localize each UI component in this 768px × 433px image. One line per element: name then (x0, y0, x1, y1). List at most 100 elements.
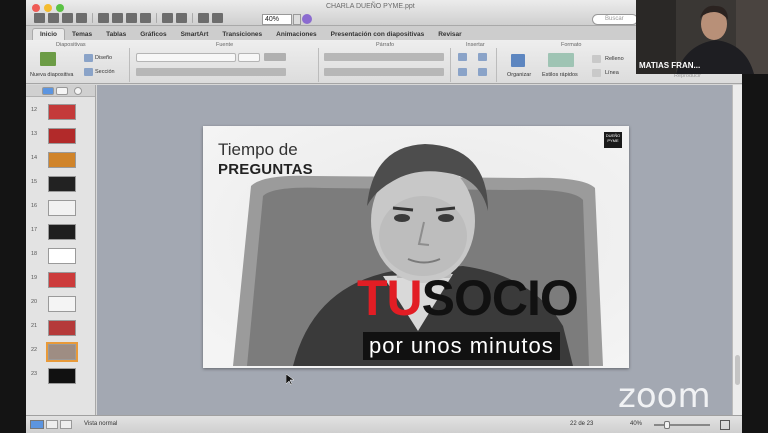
cut-icon[interactable] (98, 13, 109, 23)
redo-icon[interactable] (176, 13, 187, 23)
shape-icon[interactable] (458, 68, 467, 76)
slide-thumbnail[interactable] (48, 272, 76, 288)
slide-thumbnail[interactable] (48, 368, 76, 384)
undo-icon[interactable] (162, 13, 173, 23)
arrange-icon[interactable] (511, 54, 525, 67)
layout-icon (84, 54, 93, 62)
toolbar-divider (92, 13, 93, 23)
font-grow-shrink-icon[interactable] (264, 53, 286, 61)
slide-thumbnail[interactable] (46, 342, 78, 362)
title-bar: CHARLA DUEÑO PYME.ppt 40% Buscar (26, 0, 742, 26)
slide-thumbnail-row[interactable]: 13 (26, 127, 96, 147)
zoom-slider-knob[interactable] (664, 421, 670, 429)
format-painter-icon[interactable] (140, 13, 151, 23)
slide-thumbnail-row[interactable]: 21 (26, 319, 96, 339)
save-icon[interactable] (62, 13, 73, 23)
section-button[interactable]: Sección (95, 69, 115, 75)
slide-thumbnail[interactable] (48, 200, 76, 216)
scrollbar-thumb[interactable] (735, 355, 740, 385)
line-icon[interactable] (592, 69, 601, 77)
slide-thumbnail[interactable] (48, 248, 76, 264)
font-size-select[interactable] (238, 53, 260, 62)
font-name-select[interactable] (136, 53, 236, 62)
new-slide-icon[interactable] (40, 52, 56, 66)
ribbon-tabs: Inicio Temas Tablas Gráficos SmartArt Tr… (26, 26, 742, 40)
maximize-window-button[interactable] (56, 4, 64, 12)
fit-to-window-icon[interactable] (720, 420, 730, 430)
print-icon[interactable] (76, 13, 87, 23)
search-input[interactable]: Buscar (592, 14, 638, 25)
slide-thumbnail-row[interactable]: 22 (26, 342, 96, 363)
normal-view-button[interactable] (30, 420, 44, 429)
tab-revisar[interactable]: Revisar (431, 29, 469, 40)
ribbon-divider (450, 48, 451, 82)
slide-thumbnail-row[interactable]: 18 (26, 247, 96, 267)
close-window-button[interactable] (32, 4, 40, 12)
participant-video-tile[interactable]: MATIAS FRAN... (636, 0, 768, 74)
slideshow-view-button[interactable] (60, 420, 72, 429)
group-label-slides: Diapositivas (56, 42, 86, 48)
slide-thumbnail[interactable] (48, 296, 76, 312)
slide-number: 20 (31, 299, 38, 305)
pane-settings-button[interactable] (74, 87, 82, 95)
gallery-icon[interactable] (198, 13, 209, 23)
powerpoint-window: CHARLA DUEÑO PYME.ppt 40% Buscar Inicio … (26, 0, 742, 433)
current-slide[interactable]: Tiempo de PREGUNTAS DUEÑO PYME TUSOCIO p… (203, 126, 629, 368)
tab-presentacion[interactable]: Presentación con diapositivas (324, 29, 432, 40)
slide-thumbnail-row[interactable]: 17 (26, 223, 96, 243)
group-label-format: Formato (561, 42, 582, 48)
participant-name: MATIAS FRAN... (639, 61, 701, 70)
tab-temas[interactable]: Temas (65, 29, 99, 40)
vertical-scrollbar[interactable] (732, 85, 742, 415)
help-icon[interactable] (302, 14, 312, 24)
slide-number: 15 (31, 179, 38, 185)
tab-smartart[interactable]: SmartArt (174, 29, 216, 40)
slide-thumbnail-row[interactable]: 23 (26, 367, 96, 387)
copy-icon[interactable] (112, 13, 123, 23)
quick-styles-button[interactable]: Estilos rápidos (542, 72, 578, 78)
tab-graficos[interactable]: Gráficos (133, 29, 173, 40)
tab-tablas[interactable]: Tablas (99, 29, 133, 40)
view-mode-label: Vista normal (84, 421, 118, 427)
slide-thumbnail[interactable] (48, 128, 76, 144)
tab-animaciones[interactable]: Animaciones (269, 29, 323, 40)
font-format-icons[interactable] (136, 68, 286, 76)
fill-button[interactable]: Relleno (605, 56, 624, 62)
slide-thumbnail-row[interactable]: 12 (26, 103, 96, 123)
open-folder-icon[interactable] (48, 13, 59, 23)
layout-button[interactable]: Diseño (95, 55, 112, 61)
slide-thumbnail-row[interactable]: 14 (26, 151, 96, 171)
slides-view-button[interactable] (42, 87, 54, 95)
slide-thumbnail-row[interactable]: 19 (26, 271, 96, 291)
slide-number: 21 (31, 323, 38, 329)
slide-thumbnail-row[interactable]: 20 (26, 295, 96, 315)
slide-thumbnail[interactable] (48, 152, 76, 168)
tab-inicio[interactable]: Inicio (32, 28, 65, 40)
slide-thumbnail[interactable] (48, 320, 76, 336)
align-text-icons[interactable] (324, 68, 444, 76)
slide-thumbnail[interactable] (48, 224, 76, 240)
new-slide-button[interactable]: Nueva diapositiva (30, 72, 73, 78)
zoom-field[interactable]: 40% (262, 14, 292, 25)
new-document-icon[interactable] (34, 13, 45, 23)
paste-icon[interactable] (126, 13, 137, 23)
media-icon[interactable] (478, 68, 487, 76)
tab-transiciones[interactable]: Transiciones (215, 29, 269, 40)
line-button[interactable]: Línea (605, 70, 619, 76)
slide-thumbnail[interactable] (48, 176, 76, 192)
outline-view-button[interactable] (56, 87, 68, 95)
list-format-icons[interactable] (324, 53, 444, 61)
zoom-stepper[interactable] (293, 14, 301, 25)
arrange-button[interactable]: Organizar (507, 72, 531, 78)
text-box-icon[interactable] (458, 53, 467, 61)
picture-icon[interactable] (478, 53, 487, 61)
fill-icon[interactable] (592, 55, 601, 63)
quick-styles-icon[interactable] (548, 53, 574, 67)
zoom-slider[interactable] (654, 424, 710, 426)
slide-thumbnail-row[interactable]: 15 (26, 175, 96, 195)
slide-thumbnail-row[interactable]: 16 (26, 199, 96, 219)
slide-thumbnail[interactable] (48, 104, 76, 120)
sidebar-toggle-icon[interactable] (212, 13, 223, 23)
sorter-view-button[interactable] (46, 420, 58, 429)
minimize-window-button[interactable] (44, 4, 52, 12)
